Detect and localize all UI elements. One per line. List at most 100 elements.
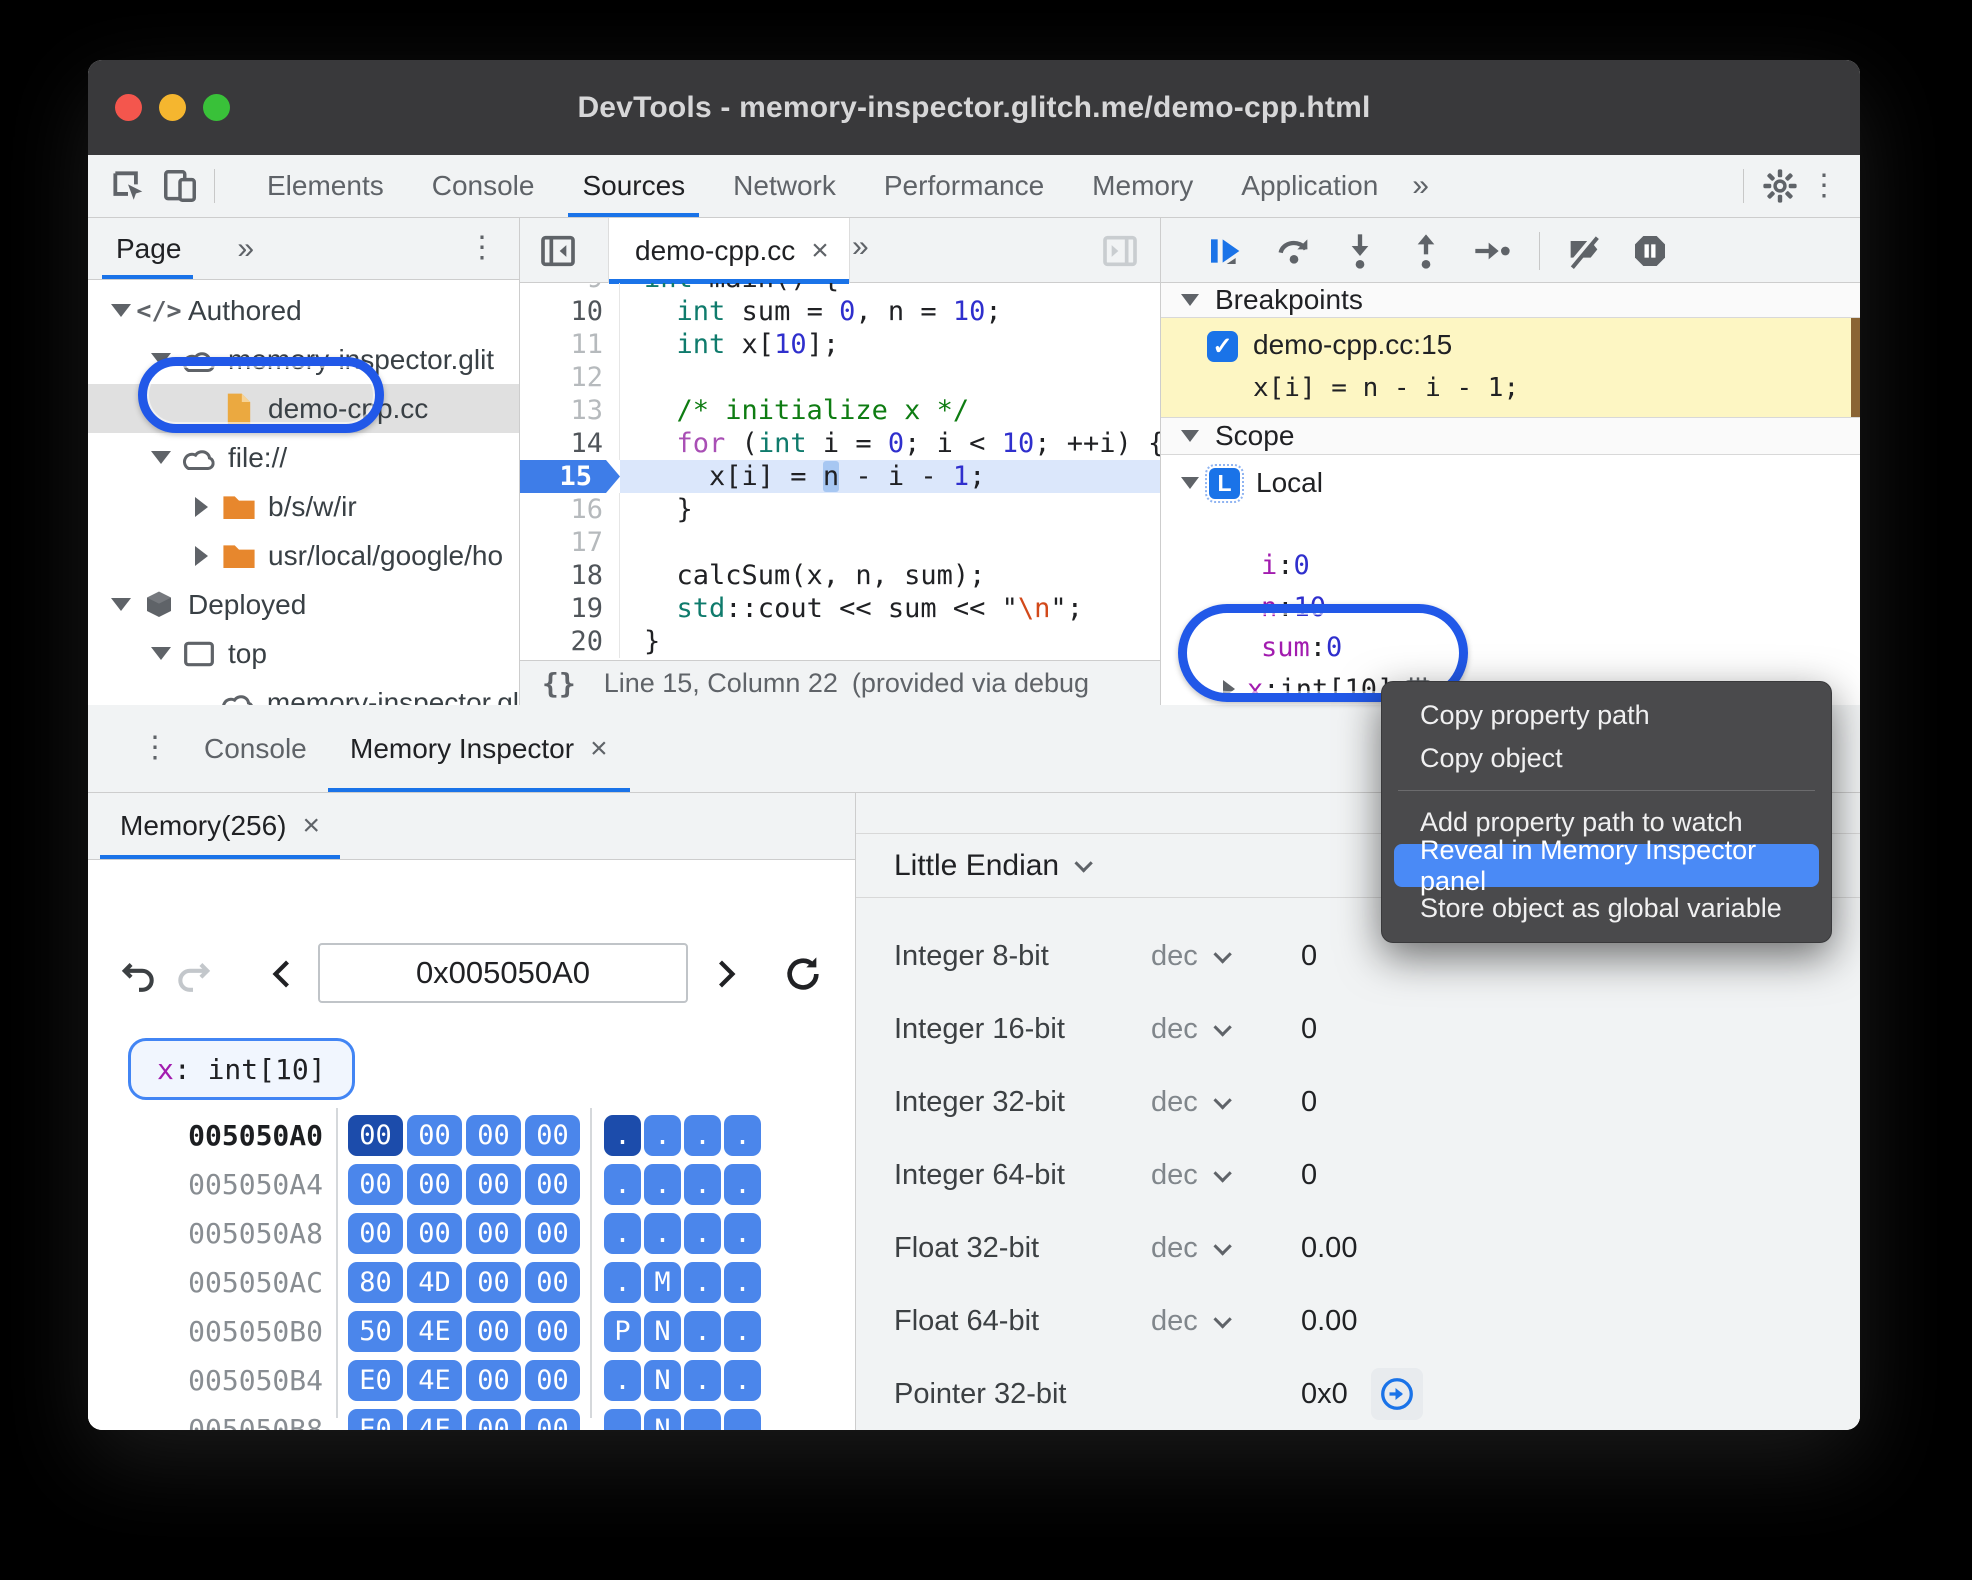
scope-variable-n[interactable]: n: 10	[1161, 587, 1860, 627]
line-number[interactable]: 20	[520, 625, 620, 658]
code-line-13[interactable]: 13 /* initialize x */	[520, 394, 1160, 427]
execution-line-marker[interactable]: 15	[520, 460, 620, 493]
byte-cell[interactable]: 4D	[407, 1262, 462, 1303]
breakpoint-entry[interactable]: ✓ demo-cpp.cc:15 x[i] = n - i - 1;	[1161, 318, 1860, 418]
address-input[interactable]	[318, 943, 688, 1003]
pretty-print-icon[interactable]: {}	[542, 667, 576, 700]
tree-item-memory-inspector-gl[interactable]: memory-inspector.gl	[88, 678, 519, 705]
tree-right-arrow-icon[interactable]	[186, 545, 216, 566]
byte-cell[interactable]: 00	[525, 1115, 580, 1156]
step-button[interactable]	[1471, 230, 1513, 272]
code-line-10[interactable]: 10 int sum = 0, n = 10;	[520, 295, 1160, 328]
ascii-cell[interactable]: .	[644, 1115, 681, 1156]
format-select[interactable]: dec	[1151, 1232, 1232, 1265]
code-line-11[interactable]: 11 int x[10];	[520, 328, 1160, 361]
byte-cell[interactable]: 4E	[407, 1311, 462, 1352]
byte-cell[interactable]: 00	[525, 1164, 580, 1205]
gear-icon[interactable]	[1758, 164, 1802, 208]
scope-local-section[interactable]: L Local	[1161, 461, 1860, 505]
ascii-cell[interactable]: .	[644, 1164, 681, 1205]
tab-memory-256[interactable]: Memory(256) ×	[100, 793, 341, 859]
endianness-select[interactable]: Little Endian	[894, 849, 1059, 883]
ascii-cell[interactable]: .	[644, 1213, 681, 1254]
line-number[interactable]: 18	[520, 559, 620, 592]
tab-elements[interactable]: Elements	[243, 155, 408, 217]
byte-cell-selected[interactable]: 00	[348, 1115, 403, 1156]
menu-item-reveal-in-memory-inspector-panel[interactable]: Reveal in Memory Inspector panel	[1394, 835, 1819, 896]
code-line-19[interactable]: 19 std::cout << sum << "\n";	[520, 592, 1160, 625]
tree-right-arrow-icon[interactable]	[186, 496, 216, 517]
line-number[interactable]: 17	[520, 526, 620, 559]
code-line-18[interactable]: 18 calcSum(x, n, sum);	[520, 559, 1160, 592]
ascii-cell[interactable]: .	[604, 1115, 641, 1156]
more-navigator-tabs-button[interactable]: »	[237, 232, 254, 266]
device-toolbar-icon[interactable]	[158, 164, 202, 208]
line-number[interactable]: 12	[520, 361, 620, 394]
breakpoint-checkbox[interactable]: ✓	[1207, 331, 1238, 362]
byte-cell[interactable]: 50	[348, 1311, 403, 1352]
ascii-cell[interactable]: .	[604, 1262, 641, 1303]
step-out-button[interactable]	[1405, 230, 1447, 272]
expand-arrow-icon[interactable]	[1223, 680, 1235, 698]
highlighted-memory-chip[interactable]: x: int[10]	[128, 1038, 355, 1100]
menu-item-copy-property-path[interactable]: Copy property path	[1382, 694, 1831, 737]
breakpoints-section-header[interactable]: Breakpoints	[1161, 283, 1860, 318]
code-editor[interactable]: 9int main() {10 int sum = 0, n = 10;11 i…	[520, 283, 1160, 660]
step-over-button[interactable]	[1273, 230, 1315, 272]
line-number[interactable]: 9	[520, 283, 620, 295]
ascii-cell[interactable]: .	[684, 1409, 721, 1430]
ascii-cell[interactable]: .	[604, 1164, 641, 1205]
tab-sources[interactable]: Sources	[558, 155, 709, 217]
tab-page[interactable]: Page	[88, 218, 207, 279]
ascii-cell[interactable]: .	[724, 1409, 761, 1430]
more-options-menu-button[interactable]: ⋮	[1802, 164, 1846, 208]
ascii-cell[interactable]: .	[684, 1311, 721, 1352]
next-page-button[interactable]	[702, 951, 748, 997]
refresh-button[interactable]	[780, 951, 826, 997]
byte-cell[interactable]: 00	[348, 1164, 403, 1205]
scrollbar-thumb[interactable]	[1851, 318, 1860, 417]
byte-cell[interactable]: 00	[525, 1262, 580, 1303]
tab-console[interactable]: Console	[408, 155, 559, 217]
ascii-cell[interactable]: .	[724, 1360, 761, 1401]
drawer-menu-button[interactable]: ⋮	[140, 733, 170, 763]
ascii-cell[interactable]: N	[644, 1311, 681, 1352]
ascii-cell[interactable]: .	[724, 1213, 761, 1254]
code-line-9[interactable]: 9int main() {	[520, 283, 1160, 295]
ascii-cell[interactable]: .	[724, 1115, 761, 1156]
tree-item-deployed[interactable]: Deployed	[88, 580, 519, 629]
tree-down-arrow-icon[interactable]	[146, 647, 176, 660]
line-number[interactable]: 19	[520, 592, 620, 625]
toggle-navigator-icon[interactable]	[538, 231, 578, 271]
byte-cell[interactable]: 00	[466, 1311, 521, 1352]
byte-cell[interactable]: 00	[407, 1164, 462, 1205]
byte-cell[interactable]: 00	[466, 1164, 521, 1205]
close-tab-icon[interactable]: ×	[302, 809, 320, 843]
zoom-window-button[interactable]	[203, 94, 230, 121]
format-select[interactable]: dec	[1151, 1013, 1232, 1046]
line-number[interactable]: 10	[520, 295, 620, 328]
ascii-cell[interactable]: N	[644, 1360, 681, 1401]
byte-cell[interactable]: E0	[348, 1360, 403, 1401]
byte-cell[interactable]: 00	[525, 1311, 580, 1352]
byte-cell[interactable]: 4E	[407, 1409, 462, 1430]
ascii-cell[interactable]: .	[604, 1360, 641, 1401]
menu-item-store-object-as-global-variable[interactable]: Store object as global variable	[1382, 887, 1831, 930]
byte-cell[interactable]: 00	[466, 1409, 521, 1430]
byte-cell[interactable]: 00	[525, 1409, 580, 1430]
tab-console[interactable]: Console	[204, 705, 307, 792]
tree-down-arrow-icon[interactable]	[106, 304, 136, 317]
scope-variable-sum[interactable]: sum: 0	[1161, 627, 1860, 667]
ascii-cell[interactable]: .	[724, 1311, 761, 1352]
tree-down-arrow-icon[interactable]	[146, 451, 176, 464]
code-line-14[interactable]: 14 for (int i = 0; i < 10; ++i) {	[520, 427, 1160, 460]
ascii-cell[interactable]: .	[724, 1164, 761, 1205]
resume-script-button[interactable]	[1205, 230, 1247, 272]
ascii-cell[interactable]: .	[684, 1213, 721, 1254]
undo-history-button[interactable]	[116, 951, 162, 997]
close-tab-icon[interactable]: ×	[811, 234, 829, 268]
tree-down-arrow-icon[interactable]	[146, 353, 176, 366]
tree-item-file-[interactable]: file://	[88, 433, 519, 482]
scope-variable-i[interactable]: i: 0	[1161, 545, 1860, 585]
byte-cell[interactable]: E0	[348, 1409, 403, 1430]
